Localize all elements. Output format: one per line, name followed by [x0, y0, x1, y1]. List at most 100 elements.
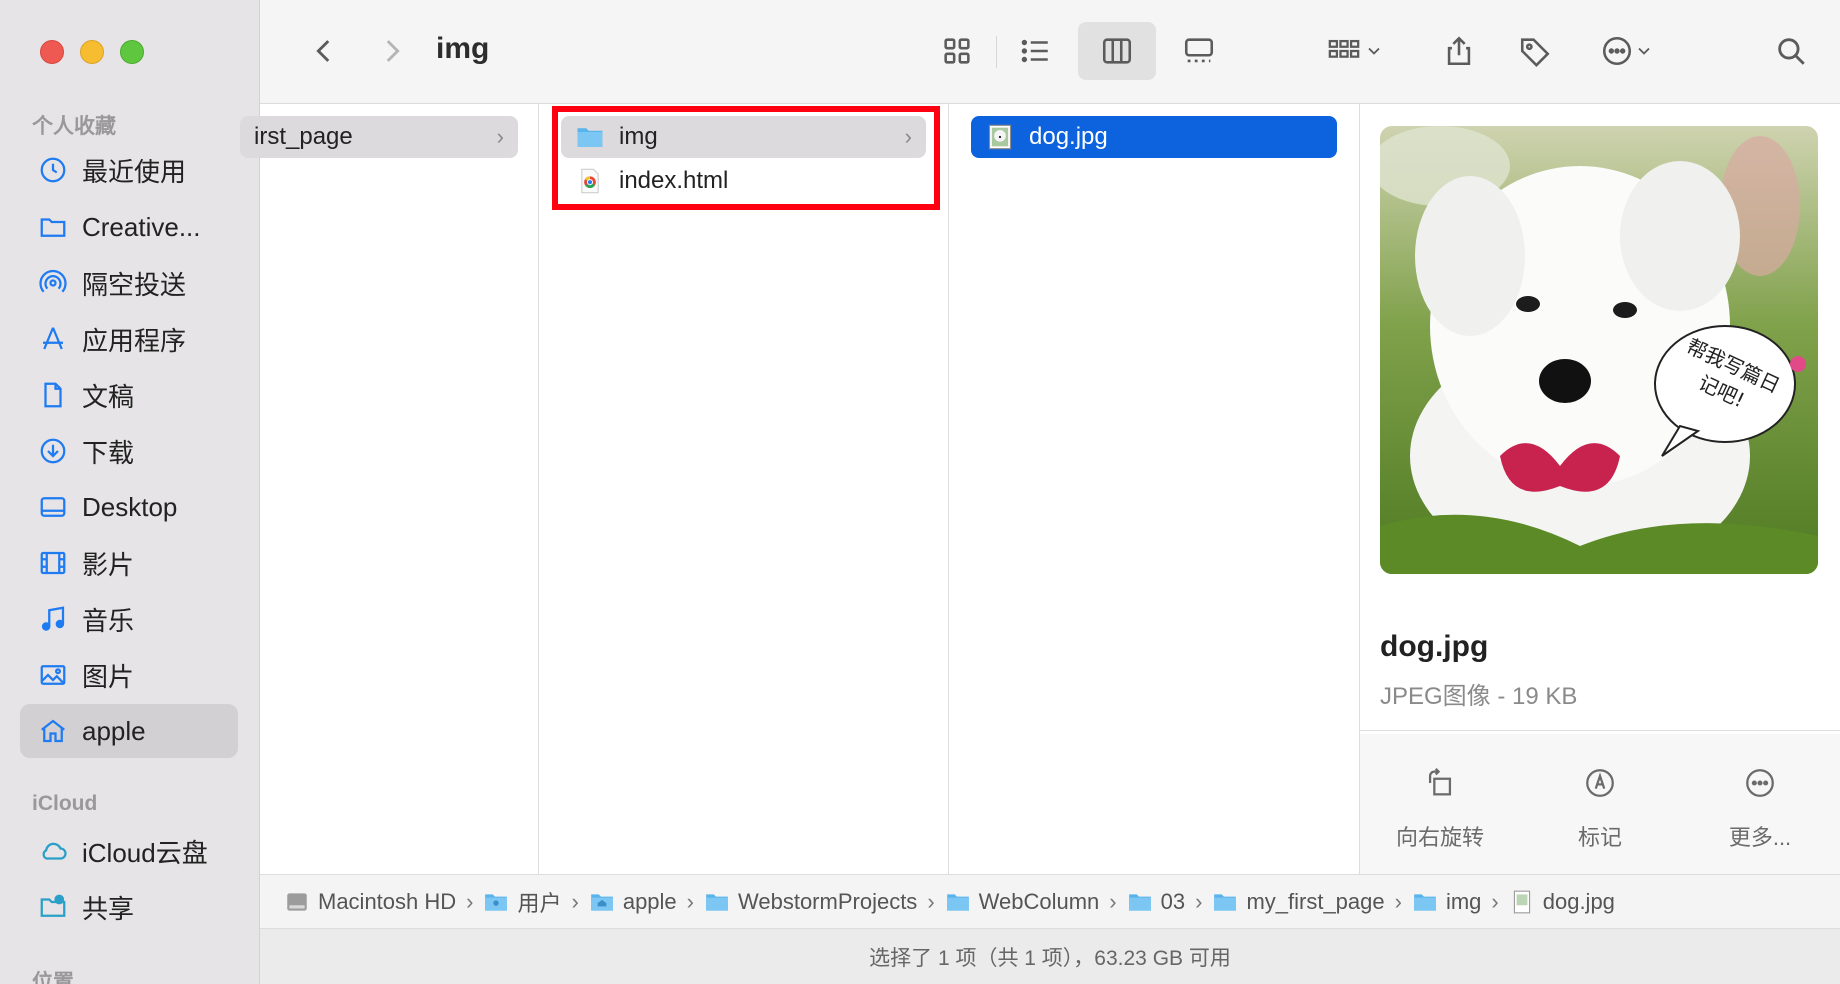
column-view-button[interactable]	[1078, 22, 1156, 80]
sidebar-item-desktop[interactable]: Desktop	[20, 480, 238, 534]
preview-pane: 帮我写篇日记吧! dog.jpg JPEG图像 - 19 KB 向右旋转 标记 …	[1360, 104, 1840, 874]
group-button[interactable]	[1316, 22, 1392, 80]
sidebar-item-label: Desktop	[82, 491, 178, 522]
folder-icon	[485, 893, 508, 911]
path-item[interactable]: dog.jpg	[1509, 889, 1615, 915]
highlight-annotation-box	[552, 106, 940, 210]
sidebar-item-label: apple	[82, 715, 146, 746]
tag-icon	[1520, 38, 1550, 67]
window-controls	[40, 40, 144, 64]
action-label: 更多...	[1728, 825, 1792, 850]
more-icon	[1746, 769, 1774, 797]
folder-icon	[1214, 893, 1237, 911]
window-title: img	[436, 32, 490, 65]
sidebar-item-label: 下载	[82, 437, 135, 468]
desktop-icon	[36, 490, 70, 524]
path-item[interactable]: apple ›	[589, 889, 694, 915]
sidebar-item-label: iCloud云盘	[82, 837, 208, 868]
sidebar-item-airdrop[interactable]: 隔空投送	[20, 256, 238, 310]
toolbar: img	[260, 0, 1840, 104]
dog-photo: 帮我写篇日记吧!	[1380, 126, 1818, 574]
sidebar-item-applications[interactable]: 应用程序	[20, 312, 238, 366]
minimize-button[interactable]	[80, 40, 104, 64]
tag-button[interactable]	[1506, 22, 1564, 80]
column-1: irst_page ›	[240, 104, 539, 874]
path-item-label: WebstormProjects	[738, 888, 918, 914]
markup-icon	[1586, 769, 1614, 797]
path-item-label: img	[1445, 888, 1482, 914]
action-label: 向右旋转	[1395, 825, 1484, 850]
list-item[interactable]: dog.jpg	[971, 116, 1337, 158]
music-icon	[36, 602, 70, 636]
path-item-label: WebColumn	[978, 888, 1100, 914]
path-item-label: dog.jpg	[1542, 888, 1615, 914]
path-item[interactable]: WebstormProjects ›	[704, 889, 935, 915]
home-folder-icon	[590, 893, 613, 911]
search-button[interactable]	[1762, 22, 1820, 80]
path-item-label: my_first_page	[1246, 888, 1385, 914]
share-button[interactable]	[1430, 22, 1488, 80]
preview-file-name: dog.jpg	[1380, 630, 1489, 663]
sidebar-item-label: 应用程序	[82, 325, 187, 356]
path-item-label: 用户	[517, 890, 562, 916]
sidebar-section-favorites: 个人收藏	[32, 115, 116, 138]
forward-button[interactable]	[364, 22, 420, 80]
markup-button[interactable]: 标记	[1530, 734, 1670, 874]
icon-view-button[interactable]	[926, 22, 988, 80]
cloud-icon	[36, 834, 70, 868]
chevron-right-icon: ›	[496, 124, 504, 149]
path-item[interactable]: Macintosh HD ›	[284, 889, 473, 915]
path-item[interactable]: 用户 ›	[483, 886, 579, 918]
action-button[interactable]	[1590, 22, 1664, 80]
path-item-label: 03	[1160, 888, 1186, 914]
sidebar-item-label: Creative...	[82, 211, 201, 242]
folder-icon	[36, 210, 70, 244]
list-view-button[interactable]	[1004, 22, 1066, 80]
path-item[interactable]: img ›	[1412, 889, 1499, 915]
path-bar: Macintosh HD › 用户 › apple › WebstormProject…	[260, 874, 1840, 928]
rotate-right-button[interactable]: 向右旋转	[1370, 734, 1510, 874]
sidebar-item-label: 隔空投送	[82, 269, 187, 300]
finder-window: 个人收藏 最近使用 Creative... 隔空投送 应用程序 文稿 下载 De…	[0, 0, 1840, 984]
sidebar-item-music[interactable]: 音乐	[20, 592, 238, 646]
sidebar-item-shared[interactable]: 共享	[20, 880, 238, 934]
action-label: 标记	[1577, 825, 1622, 850]
sidebar-item-label: 影片	[82, 549, 135, 580]
home-icon	[36, 714, 70, 748]
sidebar-item-creative[interactable]: Creative...	[20, 200, 238, 254]
preview-image: 帮我写篇日记吧!	[1380, 126, 1818, 574]
close-button[interactable]	[40, 40, 64, 64]
folder-icon	[706, 893, 728, 911]
path-item[interactable]: WebColumn ›	[945, 889, 1117, 915]
disk-icon	[287, 892, 307, 911]
zoom-button[interactable]	[120, 40, 144, 64]
sidebar-item-pictures[interactable]: 图片	[20, 648, 238, 702]
list-icon	[1021, 39, 1048, 63]
folder-icon	[1128, 893, 1151, 911]
path-item[interactable]: 03 ›	[1127, 888, 1202, 915]
folder-icon	[946, 893, 969, 911]
sidebar-section-icloud: iCloud	[32, 792, 98, 815]
sidebar-item-movies[interactable]: 影片	[20, 536, 238, 590]
back-button[interactable]	[296, 22, 352, 80]
clock-icon	[36, 153, 70, 187]
share-icon	[1447, 36, 1471, 66]
sidebar-item-documents[interactable]: 文稿	[20, 368, 238, 422]
status-text: 选择了 1 项（共 1 项），63.23 GB 可用	[869, 946, 1231, 970]
columns-icon	[1102, 38, 1132, 64]
sidebar-item-icloud-drive[interactable]: iCloud云盘	[20, 824, 238, 878]
list-item[interactable]: irst_page ›	[240, 116, 518, 158]
more-button[interactable]: 更多...	[1690, 734, 1830, 874]
sidebar-item-home[interactable]: apple	[20, 704, 238, 758]
image-file-icon	[985, 122, 1015, 152]
gallery-view-button[interactable]	[1164, 22, 1234, 80]
sidebar-item-downloads[interactable]: 下载	[20, 424, 238, 478]
more-circle-icon	[1602, 36, 1632, 66]
item-label: irst_page	[254, 123, 353, 150]
item-label: dog.jpg	[1029, 123, 1108, 150]
shared-folder-icon	[36, 890, 70, 924]
group-grid-icon	[1328, 39, 1360, 58]
path-item[interactable]: my_first_page ›	[1212, 889, 1402, 915]
sidebar-item-label: 文稿	[82, 381, 135, 412]
sidebar-item-recents[interactable]: 最近使用	[20, 143, 238, 197]
